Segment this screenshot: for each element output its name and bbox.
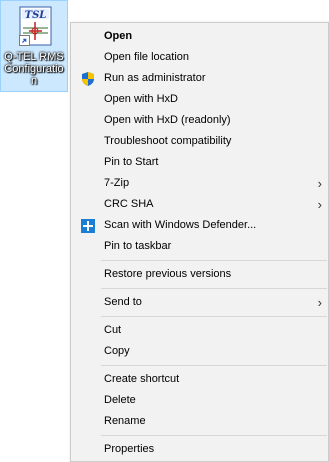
menu-item-label: Open with HxD (readonly)	[104, 114, 231, 126]
menu-item-label: Restore previous versions	[104, 268, 232, 280]
menu-item-label: Delete	[104, 394, 136, 406]
menu-item-label: Run as administrator	[104, 72, 206, 84]
menu-separator	[101, 365, 327, 366]
menu-item-delete[interactable]: Delete	[71, 390, 328, 411]
menu-item-label: Copy	[104, 345, 130, 357]
menu-item-label: Open file location	[104, 51, 189, 63]
windows-defender-icon	[81, 219, 95, 233]
menu-item-label: Pin to Start	[104, 156, 159, 168]
chevron-right-icon: ›	[317, 176, 322, 191]
menu-item-open-with-hxd[interactable]: Open with HxD	[71, 89, 328, 110]
menu-item-label: Send to	[104, 296, 142, 308]
menu-item-7-zip[interactable]: 7-Zip ›	[71, 173, 328, 194]
menu-item-label: Properties	[104, 443, 155, 455]
menu-item-label: Open	[104, 30, 133, 42]
logo-text: TSL	[25, 10, 47, 21]
menu-item-restore-previous-versions[interactable]: Restore previous versions	[71, 264, 328, 285]
menu-item-label: Open with HxD	[104, 93, 178, 105]
menu-item-open-with-hxd-readonly[interactable]: Open with HxD (readonly)	[71, 110, 328, 131]
menu-item-pin-to-taskbar[interactable]: Pin to taskbar	[71, 236, 328, 257]
menu-item-label: Create shortcut	[104, 373, 180, 385]
uac-shield-icon	[82, 72, 94, 86]
chevron-right-icon: ›	[317, 295, 322, 310]
menu-item-run-as-administrator[interactable]: Run as administrator	[71, 68, 328, 89]
menu-item-copy[interactable]: Copy	[71, 341, 328, 362]
desktop-icon-label: Q-TEL RMS Configuratio n	[4, 51, 64, 87]
shortcut-arrow-icon	[19, 35, 30, 46]
menu-item-label: Scan with Windows Defender...	[104, 219, 257, 231]
chevron-right-icon: ›	[317, 197, 322, 212]
menu-item-cut[interactable]: Cut	[71, 320, 328, 341]
menu-item-troubleshoot-compatibility[interactable]: Troubleshoot compatibility	[71, 131, 328, 152]
menu-separator	[101, 316, 327, 317]
menu-separator	[101, 288, 327, 289]
desktop-shortcut-icon[interactable]: TSL Q-TEL RMS Configuratio n	[0, 0, 68, 92]
menu-item-scan-with-windows-defender[interactable]: Scan with Windows Defender...	[71, 215, 328, 236]
menu-separator	[101, 260, 327, 261]
menu-item-open-file-location[interactable]: Open file location	[71, 47, 328, 68]
menu-item-crc-sha[interactable]: CRC SHA ›	[71, 194, 328, 215]
menu-item-label: CRC SHA	[104, 198, 154, 210]
menu-item-label: 7-Zip	[104, 177, 130, 189]
context-menu: Open Open file location Run as administrat…	[70, 22, 329, 462]
menu-item-properties[interactable]: Properties	[71, 439, 328, 460]
menu-item-create-shortcut[interactable]: Create shortcut	[71, 369, 328, 390]
menu-item-pin-to-start[interactable]: Pin to Start	[71, 152, 328, 173]
menu-item-rename[interactable]: Rename	[71, 411, 328, 432]
menu-item-label: Pin to taskbar	[104, 240, 172, 252]
menu-item-label: Rename	[104, 415, 146, 427]
menu-item-send-to[interactable]: Send to ›	[71, 292, 328, 313]
menu-item-label: Troubleshoot compatibility	[104, 135, 232, 147]
menu-item-label: Cut	[104, 324, 122, 336]
menu-separator	[101, 435, 327, 436]
menu-item-open[interactable]: Open	[71, 26, 328, 47]
